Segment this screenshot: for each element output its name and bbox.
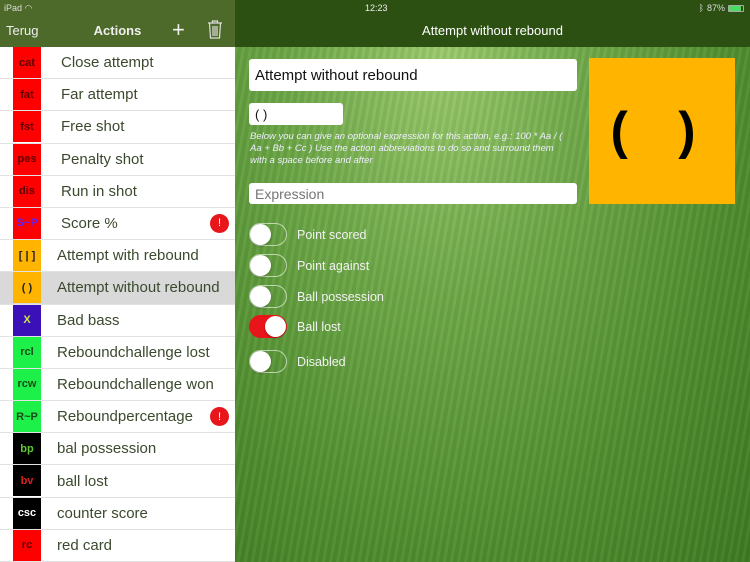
action-badge: rc bbox=[13, 529, 41, 561]
action-row[interactable]: rc red card bbox=[0, 529, 235, 562]
action-badge: dis bbox=[13, 175, 41, 207]
action-badge: rcw bbox=[13, 368, 41, 400]
warning-icon: ! bbox=[210, 407, 229, 427]
action-badge: csc bbox=[13, 497, 41, 529]
action-label: Run in shot bbox=[61, 182, 137, 200]
toggle-knob bbox=[265, 316, 286, 337]
actions-list: cat Close attempt fat Far attempt fst Free… bbox=[0, 47, 235, 562]
action-label: Attempt with rebound bbox=[57, 247, 199, 265]
battery-percent: 87% bbox=[706, 3, 725, 13]
abbreviation-field[interactable]: ( ) bbox=[249, 103, 343, 125]
action-label: red card bbox=[57, 536, 113, 554]
action-label: bal possession bbox=[57, 440, 157, 458]
action-color-preview[interactable]: ( ) bbox=[589, 58, 735, 204]
action-row[interactable]: csc counter score bbox=[0, 497, 235, 530]
device-label: iPad ◠ bbox=[4, 3, 32, 14]
device-name: iPad bbox=[4, 3, 23, 13]
toggle-knob bbox=[250, 286, 271, 307]
action-badge: pes bbox=[13, 143, 41, 175]
action-label: Score % bbox=[61, 215, 118, 233]
action-row[interactable]: [ | ] Attempt with rebound bbox=[0, 240, 235, 273]
action-label: Far attempt bbox=[61, 86, 138, 104]
toggle-knob bbox=[250, 351, 271, 372]
status-bar: iPad ◠ 12:23 ᛒ 87% bbox=[0, 0, 750, 16]
action-badge: cat bbox=[13, 47, 41, 78]
action-row[interactable]: bp bal possession bbox=[0, 433, 235, 466]
action-row[interactable]: bv ball lost bbox=[0, 465, 235, 498]
action-badge: R~P bbox=[13, 401, 41, 433]
trash-icon[interactable] bbox=[207, 20, 223, 42]
toggle-switch[interactable] bbox=[249, 223, 287, 246]
action-label: Reboundchallenge won bbox=[57, 375, 214, 393]
battery-status: ᛒ 87% bbox=[699, 3, 744, 13]
action-label: Close attempt bbox=[61, 54, 154, 72]
toggle-switch[interactable] bbox=[249, 285, 287, 308]
warning-icon: ! bbox=[210, 213, 229, 233]
nav-title: Actions bbox=[93, 23, 142, 38]
action-badge: S~P bbox=[13, 207, 41, 239]
action-badge: rcl bbox=[13, 336, 41, 368]
toggle-switch[interactable] bbox=[249, 350, 287, 373]
action-label: Bad bass bbox=[57, 311, 120, 329]
clock: 12:23 bbox=[365, 3, 388, 13]
action-row[interactable]: rcw Reboundchallenge won bbox=[0, 368, 235, 402]
action-badge: X bbox=[13, 304, 41, 336]
action-row[interactable]: pes Penalty shot bbox=[0, 143, 235, 176]
action-label: Free shot bbox=[61, 118, 125, 136]
detail-title: Attempt without rebound bbox=[422, 23, 563, 38]
action-label: Attempt without rebound bbox=[57, 279, 220, 297]
action-row[interactable]: fst Free shot bbox=[0, 111, 235, 144]
expression-input[interactable] bbox=[249, 183, 577, 204]
action-row[interactable]: fat Far attempt bbox=[0, 79, 235, 112]
add-icon[interactable]: + bbox=[172, 17, 185, 43]
action-badge: fat bbox=[13, 79, 41, 111]
toggle-label: Point against bbox=[297, 259, 370, 273]
toggle-label: Ball possession bbox=[297, 290, 384, 304]
action-row[interactable]: dis Run in shot bbox=[0, 175, 235, 208]
toggle-label: Ball lost bbox=[297, 320, 341, 334]
toggle-switch[interactable] bbox=[249, 254, 287, 277]
action-badge: bv bbox=[13, 465, 41, 497]
action-label: Penalty shot bbox=[61, 150, 144, 168]
action-row[interactable]: rcl Reboundchallenge lost bbox=[0, 336, 235, 369]
action-label: counter score bbox=[57, 504, 148, 522]
toggle-label: Point scored bbox=[297, 228, 367, 242]
action-label: ball lost bbox=[57, 472, 108, 490]
action-badge: [ | ] bbox=[13, 240, 41, 272]
action-row[interactable]: R~P Reboundpercentage! bbox=[0, 401, 235, 434]
action-name-field[interactable]: Attempt without rebound bbox=[249, 59, 577, 91]
action-label: Reboundchallenge lost bbox=[57, 343, 210, 361]
action-row[interactable]: S~P Score %! bbox=[0, 207, 235, 241]
wifi-icon: ◠ bbox=[24, 3, 33, 13]
action-row[interactable]: X Bad bass bbox=[0, 304, 235, 337]
battery-icon bbox=[728, 4, 744, 12]
action-badge: fst bbox=[13, 111, 41, 143]
toggle-knob bbox=[250, 224, 271, 245]
action-badge: bp bbox=[13, 433, 41, 465]
toggle-label: Disabled bbox=[297, 355, 346, 369]
action-row[interactable]: cat Close attempt bbox=[0, 47, 235, 80]
bluetooth-icon: ᛒ bbox=[698, 3, 704, 13]
toggle-knob bbox=[250, 255, 271, 276]
action-badge: ( ) bbox=[13, 272, 41, 304]
action-row[interactable]: ( ) Attempt without rebound bbox=[0, 272, 235, 305]
toggle-switch[interactable] bbox=[249, 315, 287, 338]
expression-help-text: Below you can give an optional expressio… bbox=[250, 131, 563, 166]
action-label: Reboundpercentage bbox=[57, 408, 193, 426]
